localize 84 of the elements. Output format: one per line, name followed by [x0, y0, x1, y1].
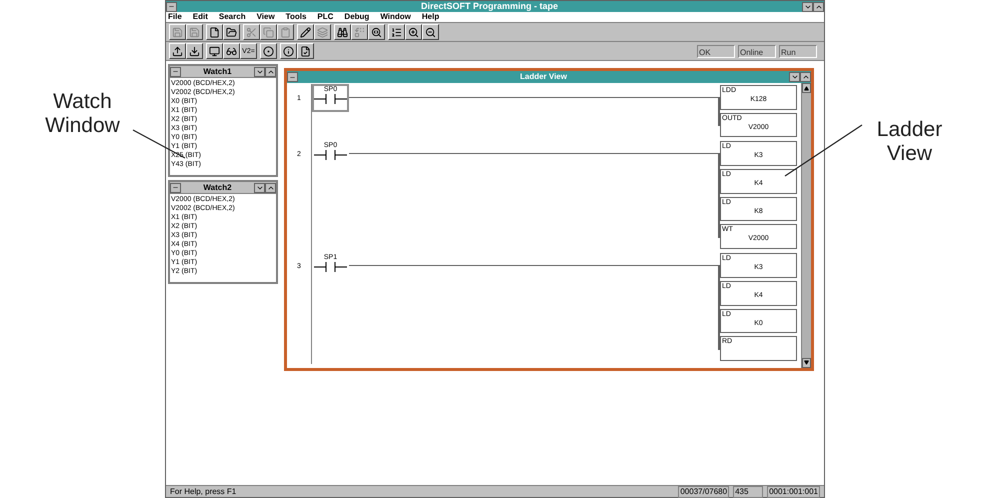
paste-icon: [280, 26, 291, 38]
download-icon: [189, 46, 200, 56]
contact-symbol: [314, 262, 347, 272]
menu-item[interactable]: Debug: [344, 13, 370, 21]
callout-label: Ladder: [876, 118, 942, 142]
minus-icon: [168, 3, 175, 10]
toolbar-button[interactable]: [223, 24, 240, 40]
toolbar-button[interactable]: [334, 24, 351, 40]
status-light-icon: [263, 46, 274, 56]
zoom-out-icon: [425, 26, 436, 38]
scroll-down-icon[interactable]: [802, 358, 811, 368]
minus-icon: [172, 184, 179, 191]
window-title: Watch2: [202, 184, 233, 192]
minimize-button[interactable]: [789, 72, 800, 82]
toolbar-button[interactable]: [206, 24, 223, 40]
system-menu-button[interactable]: [170, 66, 181, 76]
callout-label: Watch: [53, 90, 112, 114]
toolbar-button[interactable]: [297, 43, 314, 59]
status-field: 435: [733, 486, 764, 498]
minimize-button[interactable]: [254, 182, 265, 192]
plc-status-field: OK: [697, 44, 735, 58]
status-help-text: For Help, press F1: [169, 488, 238, 496]
minimize-button[interactable]: [254, 66, 265, 76]
menu-item[interactable]: PLC: [317, 13, 334, 21]
contact-symbol: [314, 150, 347, 160]
system-menu-button[interactable]: [166, 2, 177, 12]
list-icon: [391, 26, 402, 38]
toolbar-button[interactable]: [297, 24, 314, 40]
window-title: Ladder View: [519, 73, 568, 81]
upload-icon: [172, 46, 183, 56]
minus-icon: [172, 68, 179, 75]
caret-up-icon: [802, 73, 810, 81]
menu-item[interactable]: Window: [380, 13, 411, 21]
menu-item[interactable]: Edit: [192, 13, 208, 21]
toolbar-button[interactable]: [169, 43, 186, 59]
callout-label: Window: [45, 114, 120, 138]
toolbar-button[interactable]: [368, 24, 385, 40]
plc-status-field: Run: [779, 44, 817, 58]
window-title: Watch1: [202, 68, 233, 76]
monitor-icon: [209, 46, 220, 56]
binoculars-icon: [337, 26, 348, 38]
zoom-in-icon: [408, 26, 419, 38]
restore-button[interactable]: [813, 2, 824, 12]
pencil-icon: [300, 26, 311, 38]
window-title: DirectSOFT Programming - tape: [420, 2, 560, 11]
file-check-icon: [300, 46, 311, 56]
toolbar-button[interactable]: [186, 43, 203, 59]
menu-item[interactable]: View: [256, 13, 275, 21]
toolbar-button[interactable]: [388, 24, 405, 40]
cut-icon: [246, 26, 257, 38]
menu-item[interactable]: File: [168, 13, 182, 21]
plc-status-field: Online: [738, 44, 776, 58]
menu-item[interactable]: Search: [218, 13, 246, 21]
maximize-button[interactable]: [265, 182, 276, 192]
replace-icon: [354, 26, 365, 38]
maximize-button[interactable]: [800, 72, 811, 82]
save-icon: [172, 26, 183, 38]
toolbar-button[interactable]: [422, 24, 439, 40]
status-field: 0001:001:001: [767, 486, 820, 498]
search-icon: [371, 26, 382, 38]
toolbar-button[interactable]: [260, 43, 277, 59]
toolbar-button[interactable]: [405, 24, 422, 40]
layers-icon: [317, 26, 328, 38]
glasses-icon: [226, 46, 237, 56]
caret-down-icon: [790, 73, 798, 81]
copy-icon: [263, 26, 274, 38]
toolbar-button[interactable]: [206, 43, 223, 59]
menu-item[interactable]: Help: [422, 13, 440, 21]
system-menu-button[interactable]: [287, 72, 298, 82]
toolbar-button[interactable]: [223, 43, 240, 59]
system-menu-button[interactable]: [170, 182, 181, 192]
scrollbar[interactable]: [801, 83, 811, 368]
open-folder-icon: [226, 26, 237, 38]
status-field: 00037/07680: [678, 486, 730, 498]
minimize-button[interactable]: [802, 2, 813, 12]
info-icon: [283, 46, 294, 56]
scroll-up-icon[interactable]: [802, 83, 811, 93]
toolbar-button[interactable]: [280, 43, 297, 59]
new-file-icon: [209, 26, 220, 38]
callout-label: View: [886, 142, 932, 166]
save-icon: [189, 26, 200, 38]
contact-symbol: [314, 94, 347, 104]
maximize-button[interactable]: [265, 66, 276, 76]
menu-item[interactable]: Tools: [286, 13, 306, 21]
